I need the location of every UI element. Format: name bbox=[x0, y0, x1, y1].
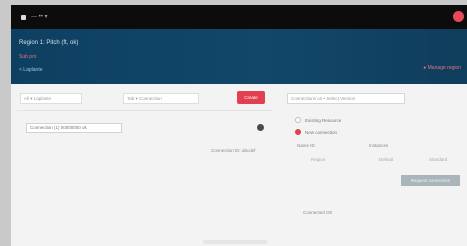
radio-new-label: New connection bbox=[305, 129, 338, 135]
toggle-icon[interactable] bbox=[257, 124, 264, 131]
radio-off-icon[interactable] bbox=[295, 117, 301, 123]
breadcrumb[interactable]: < Laplante bbox=[19, 67, 43, 73]
radio-on-icon[interactable] bbox=[295, 129, 301, 135]
default-value[interactable]: Default bbox=[379, 157, 393, 162]
app-window: — •• ▾ Region 1: Pitch (ft, ok) Sub pro … bbox=[11, 5, 467, 246]
app-logo-icon[interactable] bbox=[21, 15, 26, 20]
page-header: Region 1: Pitch (ft, ok) Sub pro < Lapla… bbox=[11, 29, 467, 84]
region-value[interactable]: Region bbox=[311, 157, 325, 162]
page-subtitle[interactable]: Sub pro bbox=[19, 54, 37, 60]
user-avatar[interactable] bbox=[453, 11, 464, 22]
connected-link[interactable]: Connected OK bbox=[303, 210, 333, 215]
radio-existing[interactable]: Existing Resource bbox=[295, 117, 341, 123]
type-select[interactable]: Tab ▾ Connection bbox=[123, 93, 199, 104]
version-select[interactable]: Connections on • Select Version bbox=[287, 93, 405, 104]
connection-input[interactable]: Connection (1) 00000000 ok bbox=[26, 123, 122, 133]
request-connection-button[interactable]: Request connection bbox=[401, 175, 460, 186]
radio-new[interactable]: New connection bbox=[295, 129, 337, 135]
manage-link[interactable]: ● Manage region bbox=[423, 65, 461, 71]
instances-label: Instances bbox=[369, 143, 389, 148]
standard-value[interactable]: Standard bbox=[429, 157, 447, 162]
page-title: Region 1: Pitch (ft, ok) bbox=[19, 40, 79, 46]
name-label: Name ID bbox=[297, 143, 315, 148]
divider bbox=[17, 110, 273, 111]
top-bar: — •• ▾ bbox=[11, 5, 467, 29]
radio-existing-label: Existing Resource bbox=[305, 117, 342, 123]
brand-menu[interactable]: — •• ▾ bbox=[31, 13, 48, 20]
scroll-bar[interactable] bbox=[203, 240, 267, 244]
scope-select[interactable]: All ▾ Laplante bbox=[20, 93, 82, 104]
connection-id-link[interactable]: Connection ID: abcdef bbox=[211, 148, 256, 153]
create-button[interactable]: Create bbox=[237, 91, 265, 104]
